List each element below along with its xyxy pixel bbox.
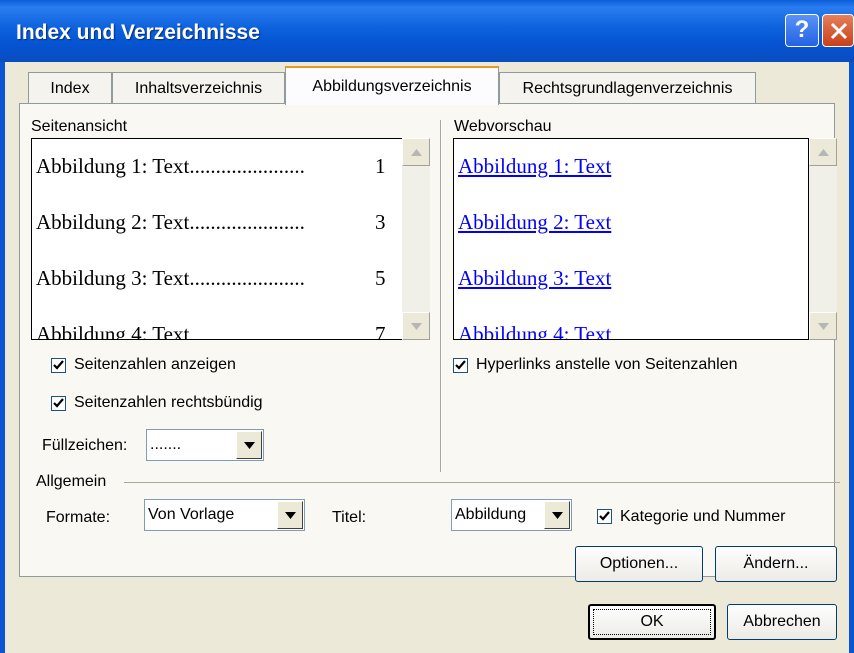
dialog-window: Index und Verzeichnisse ? Index Inhaltsv… [0, 0, 854, 653]
entry-text: Abbildung 3: Text [36, 266, 190, 290]
tab-abbildungsverzeichnis[interactable]: Abbildungsverzeichnis [285, 66, 499, 105]
preview-entry: Abbildung 1: Text...................... [36, 154, 305, 179]
entry-text: Abbildung 2: Text [36, 210, 190, 234]
web-preview-link: Abbildung 4: Text [458, 322, 612, 340]
entry-page: 1 [375, 154, 386, 178]
entry-text: Abbildung 1: Text [36, 154, 190, 178]
modify-button[interactable]: Ändern... [715, 546, 837, 582]
fill-char-dropdown[interactable]: ....... [146, 429, 264, 461]
category-number-label[interactable]: Kategorie und Nummer [620, 508, 785, 526]
entry-page: 7 [375, 322, 386, 340]
title-value: Abbildung [455, 506, 527, 523]
formats-value: Von Vorlage [148, 506, 235, 523]
web-preview-link: Abbildung 2: Text [458, 210, 612, 234]
focus-rect [593, 609, 711, 635]
web-preview-link: Abbildung 3: Text [458, 266, 612, 290]
print-preview-scrollbar[interactable] [402, 138, 430, 340]
fill-char-label: Füllzeichen: [42, 437, 128, 454]
preview-entry: Abbildung 2: Text...................... [36, 210, 305, 235]
show-page-numbers-checkbox[interactable] [51, 358, 66, 373]
print-preview-box: Abbildung 1: Text...................... … [31, 138, 403, 340]
title-bar: Index und Verzeichnisse ? [0, 0, 854, 62]
scroll-down-button[interactable] [402, 312, 430, 340]
right-align-label[interactable]: Seitenzahlen rechtsbündig [74, 394, 263, 412]
help-icon[interactable]: ? [785, 14, 819, 47]
preview-entry: Abbildung 3: Text...................... [36, 266, 305, 291]
right-align-checkbox[interactable] [51, 396, 66, 411]
general-group-label: Allgemein [36, 473, 107, 490]
tab-index[interactable]: Index [28, 72, 112, 104]
show-page-numbers-label[interactable]: Seitenzahlen anzeigen [74, 356, 236, 374]
web-preview-link: Abbildung 1: Text [458, 154, 612, 178]
dropdown-arrow-icon[interactable] [277, 501, 303, 529]
tab-abbildungsverzeichnis-label: Abbildungsverzeichnis [312, 78, 472, 95]
dropdown-arrow-icon[interactable] [544, 501, 570, 529]
window-border-right [849, 62, 854, 653]
print-preview-label: Seitenansicht [31, 118, 128, 135]
entry-page: 5 [375, 266, 386, 290]
tab-rechtsgrundlagenverzeichnis-label: Rechtsgrundlagenverzeichnis [522, 80, 733, 97]
entry-page: 3 [375, 210, 386, 234]
formats-label: Formate: [46, 509, 111, 526]
scroll-down-button[interactable] [809, 312, 837, 340]
hyperlinks-label[interactable]: Hyperlinks anstelle von Seitenzahlen [476, 356, 737, 374]
web-preview-label: Webvorschau [454, 118, 552, 135]
scroll-up-button[interactable] [809, 138, 837, 166]
entry-leader: ...................... [189, 210, 305, 234]
dropdown-arrow-icon[interactable] [236, 431, 262, 459]
window-title: Index und Verzeichnisse [16, 21, 260, 44]
tab-inhaltsverzeichnis[interactable]: Inhaltsverzeichnis [112, 72, 285, 104]
entry-leader: ...................... [189, 266, 305, 290]
cancel-button[interactable]: Abbrechen [727, 604, 837, 640]
close-icon[interactable] [822, 14, 854, 47]
title-label: Titel: [332, 509, 367, 526]
entry-leader: ...................... [189, 154, 305, 178]
tab-inhaltsverzeichnis-label: Inhaltsverzeichnis [134, 80, 263, 97]
hyperlinks-checkbox[interactable] [453, 358, 468, 373]
entry-text: Abbildung 4: Text [36, 322, 190, 340]
window-border-left [0, 62, 5, 653]
tab-index-label: Index [50, 80, 90, 97]
preview-entry: Abbildung 4: Text [36, 322, 190, 340]
fill-char-value: ....... [150, 436, 182, 453]
column-divider [440, 120, 441, 472]
scroll-up-button[interactable] [402, 138, 430, 166]
title-dropdown[interactable]: Abbildung [451, 499, 572, 531]
web-preview-box: Abbildung 1: Text Abbildung 2: Text Abbi… [453, 138, 809, 340]
formats-dropdown[interactable]: Von Vorlage [144, 499, 305, 531]
category-number-checkbox[interactable] [597, 509, 612, 524]
general-separator [124, 482, 840, 483]
options-button[interactable]: Optionen... [575, 546, 703, 582]
ok-button[interactable]: OK [588, 604, 716, 640]
tab-rechtsgrundlagenverzeichnis[interactable]: Rechtsgrundlagenverzeichnis [499, 72, 756, 104]
web-preview-scrollbar[interactable] [809, 138, 837, 340]
